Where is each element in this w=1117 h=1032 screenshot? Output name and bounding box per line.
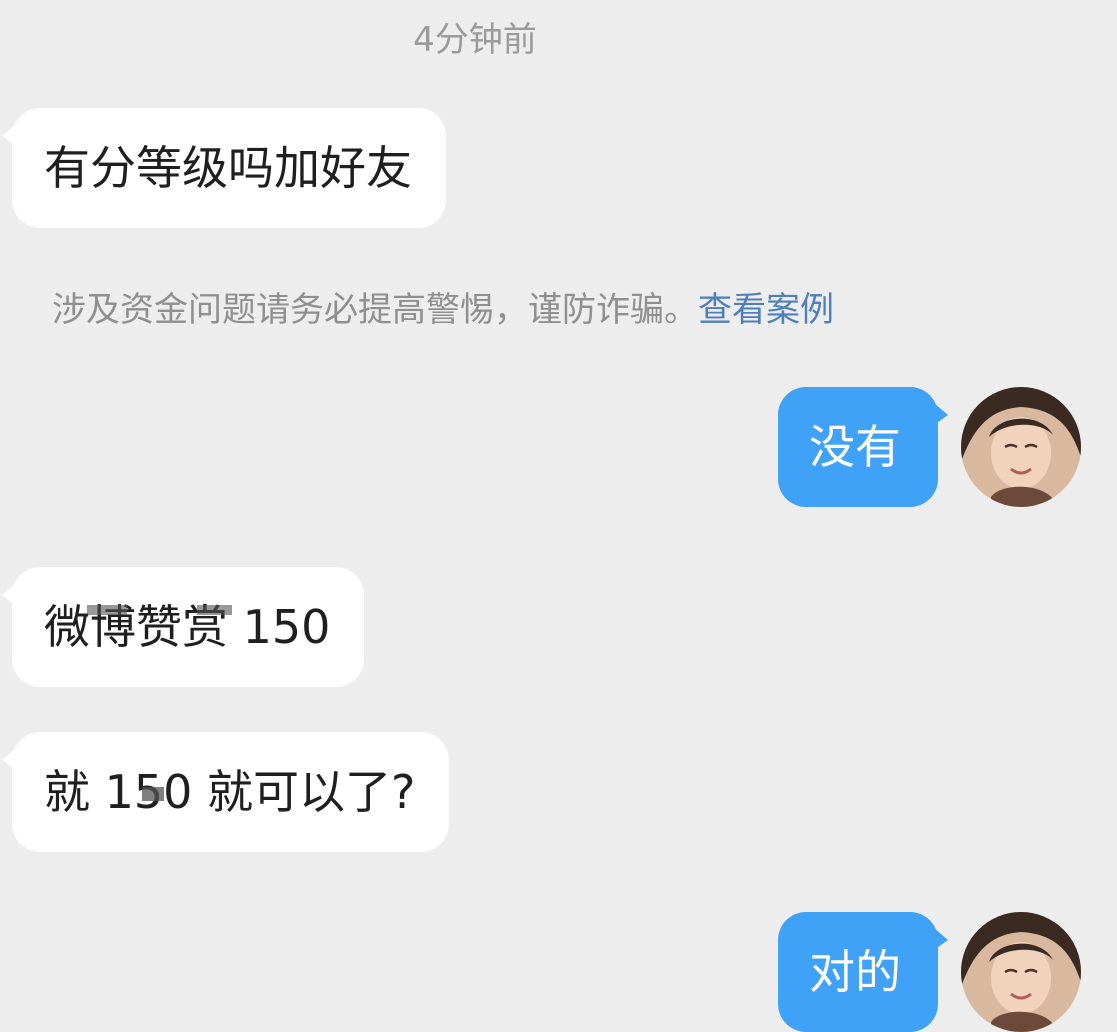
incoming-message-bubble[interactable]: 有分等级吗加好友 [2, 108, 446, 228]
outgoing-message-bubble[interactable]: 没有 [778, 387, 948, 507]
incoming-message-bubble[interactable]: 微博赞赏 150 [1, 567, 365, 687]
user-avatar[interactable] [961, 387, 1081, 507]
message-text: 有分等级吗加好友 [44, 141, 412, 195]
message-text: 对的 [809, 945, 901, 999]
redaction-mark [87, 605, 127, 615]
message-timestamp: 4分钟前 [413, 20, 537, 60]
fraud-warning-notice: 涉及资金问题请务必提高警惕，谨防诈骗。查看案例 [52, 286, 834, 334]
message-text: 没有 [809, 420, 901, 474]
redaction-mark [142, 787, 164, 801]
outgoing-message-bubble[interactable]: 对的 [778, 912, 948, 1032]
avatar-photo-icon [961, 912, 1081, 1032]
fraud-warning-text: 涉及资金问题请务必提高警惕，谨防诈骗。 [52, 290, 698, 330]
message-text: 就 150 就可以了? [44, 765, 416, 819]
incoming-message-bubble[interactable]: 就 150 就可以了? [1, 732, 450, 852]
view-cases-link[interactable]: 查看案例 [698, 290, 834, 330]
user-avatar[interactable] [961, 912, 1081, 1032]
redaction-mark [197, 605, 232, 615]
avatar-photo-icon [961, 387, 1081, 507]
